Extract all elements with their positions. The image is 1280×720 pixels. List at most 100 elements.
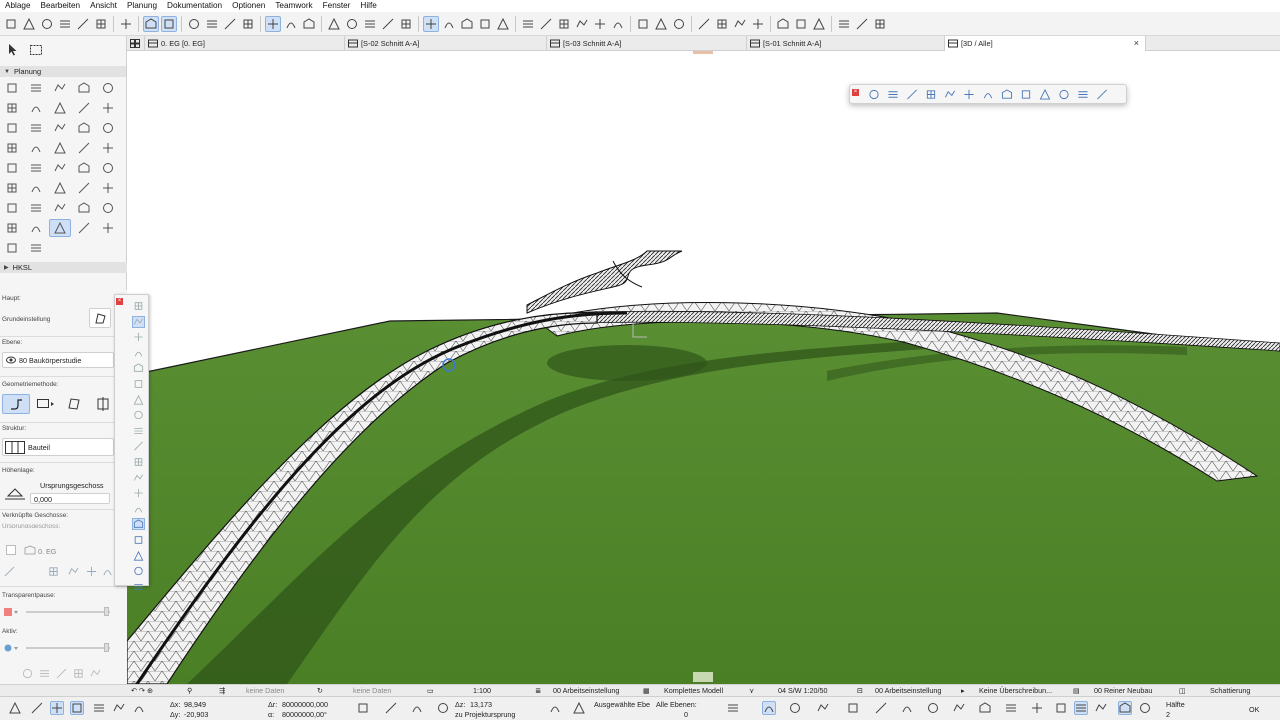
figure-tool-icon[interactable] [49,179,71,197]
rotate-icon[interactable] [362,16,378,32]
trim-icon[interactable] [132,534,145,546]
railing-tool-icon[interactable] [97,99,119,117]
change-tool-icon[interactable] [1,219,23,237]
guide-tool-icon-12[interactable] [1030,701,1044,715]
guide-tool-icon-5[interactable] [846,701,860,715]
shell-tool-icon[interactable] [25,99,47,117]
schedule-icon[interactable] [653,16,669,32]
tab-4[interactable]: [S-01 Schnitt A-A] [747,35,945,51]
delta-x-value[interactable]: 98,949 [184,700,206,709]
select-icon[interactable] [132,315,145,328]
guide-tool-icon-11[interactable] [1004,701,1018,715]
level-tool-icon[interactable] [73,139,95,157]
wall-end-tool-icon[interactable] [73,219,95,237]
rotated-rectangle-icon[interactable] [67,398,81,412]
plan-view-icon[interactable] [1075,87,1091,101]
text-tool-icon[interactable] [1,159,23,177]
tab-2[interactable]: [S-02 Schnitt A-A] [345,35,547,51]
link-4-icon[interactable] [86,566,97,579]
drag-handle[interactable] [693,51,713,54]
stair-tool-icon[interactable] [73,99,95,117]
camera-tool-icon[interactable] [97,179,119,197]
menu-item-fenster[interactable]: Fenster [318,0,356,12]
rotate-icon[interactable] [132,362,145,374]
move-node-icon[interactable] [132,425,145,437]
layer-select[interactable]: 80 Baukörperstudie [2,352,114,368]
expand-icon[interactable] [872,16,888,32]
interior-tool-icon[interactable] [49,199,71,217]
pan-icon[interactable] [885,87,901,101]
markup-icon[interactable] [811,16,827,32]
fill-tool-icon[interactable] [25,159,47,177]
help-icon[interactable] [854,16,870,32]
close-icon[interactable]: × [116,298,123,305]
split-icon[interactable] [132,472,145,484]
close-tab-icon[interactable]: × [1134,38,1139,48]
mesh-tool-icon[interactable] [1,119,23,137]
slider-handle[interactable] [104,643,109,652]
receive-icon[interactable] [732,16,748,32]
3d-viewport[interactable] [127,51,1280,684]
bottom-handle[interactable] [693,672,713,682]
snap-mode-icon-5[interactable] [92,701,106,715]
worksheet-tool-icon[interactable] [73,199,95,217]
layout-icon[interactable] [635,16,651,32]
skylight-tool-icon[interactable] [97,119,119,137]
redo-icon[interactable] [21,16,37,32]
link-5-icon[interactable] [102,566,113,579]
apply-icon[interactable] [90,668,101,681]
guide-tool-icon-1[interactable] [726,701,740,715]
door-tool-icon[interactable] [73,119,95,137]
section-planung[interactable]: ▼ Planung [0,66,126,77]
arrow-icon[interactable] [132,300,145,312]
snap-mode-icon-4[interactable] [70,701,84,715]
ortho-icon[interactable] [326,16,342,32]
menu-item-bearbeiten[interactable]: Bearbeiten [36,0,86,12]
guide-tool-icon-13[interactable] [1054,701,1068,715]
geometry-method-chained-button[interactable] [2,394,30,414]
guide-tool-icon-15[interactable] [1094,701,1108,715]
elevation-tool-icon[interactable] [25,199,47,217]
slider-handle[interactable] [104,607,109,616]
rectangle-method-icon[interactable] [37,399,55,411]
snap-mode-icon-7[interactable] [132,701,146,715]
close-view-icon[interactable] [118,16,134,32]
coord-mode-icon-1[interactable] [356,701,370,715]
oval-icon[interactable] [980,87,996,101]
guide-tool-icon-16[interactable] [1118,701,1132,715]
arrow-tool-icon[interactable] [8,44,18,58]
drag-icon[interactable] [132,347,145,359]
column-2-tool-icon[interactable] [97,79,119,97]
camera-icon[interactable] [441,16,457,32]
window-tool-icon[interactable] [49,119,71,137]
edit-plane-icon-1[interactable] [548,701,562,715]
snap-icon[interactable] [204,16,220,32]
detail-tool-icon[interactable] [97,199,119,217]
box-icon[interactable] [1056,87,1072,101]
copy-icon[interactable] [132,331,145,343]
section-tool-icon[interactable] [1,199,23,217]
orbit-icon[interactable] [866,87,882,101]
tab-3[interactable]: [S-03 Schnitt A-A] [547,35,747,51]
snap-mode-icon-2[interactable] [30,701,44,715]
list-icon[interactable] [671,16,687,32]
transfer-icon[interactable] [93,16,109,32]
section-icon[interactable] [520,16,536,32]
close-icon[interactable]: × [852,89,859,96]
terrain-icon[interactable] [1037,87,1053,101]
copy-icon[interactable] [22,668,33,681]
link-icon[interactable] [4,566,15,579]
angle-value[interactable]: 80000000,00° [282,710,327,719]
settings-icon[interactable] [1094,87,1110,101]
guide-tool-icon-17[interactable] [1138,701,1152,715]
guide-tool-icon-3[interactable] [788,701,802,715]
polyline-tool-icon[interactable] [97,159,119,177]
snap-mode-icon-3[interactable] [50,701,64,715]
settings-icon[interactable] [132,581,145,593]
coord-mode-icon-3[interactable] [410,701,424,715]
delta-r-value[interactable]: 80000000,000 [282,700,328,709]
plan-icon[interactable] [495,16,511,32]
roof-tool-icon[interactable] [1,99,23,117]
layer-2-icon[interactable] [283,16,299,32]
beam-tool-icon[interactable] [49,79,71,97]
